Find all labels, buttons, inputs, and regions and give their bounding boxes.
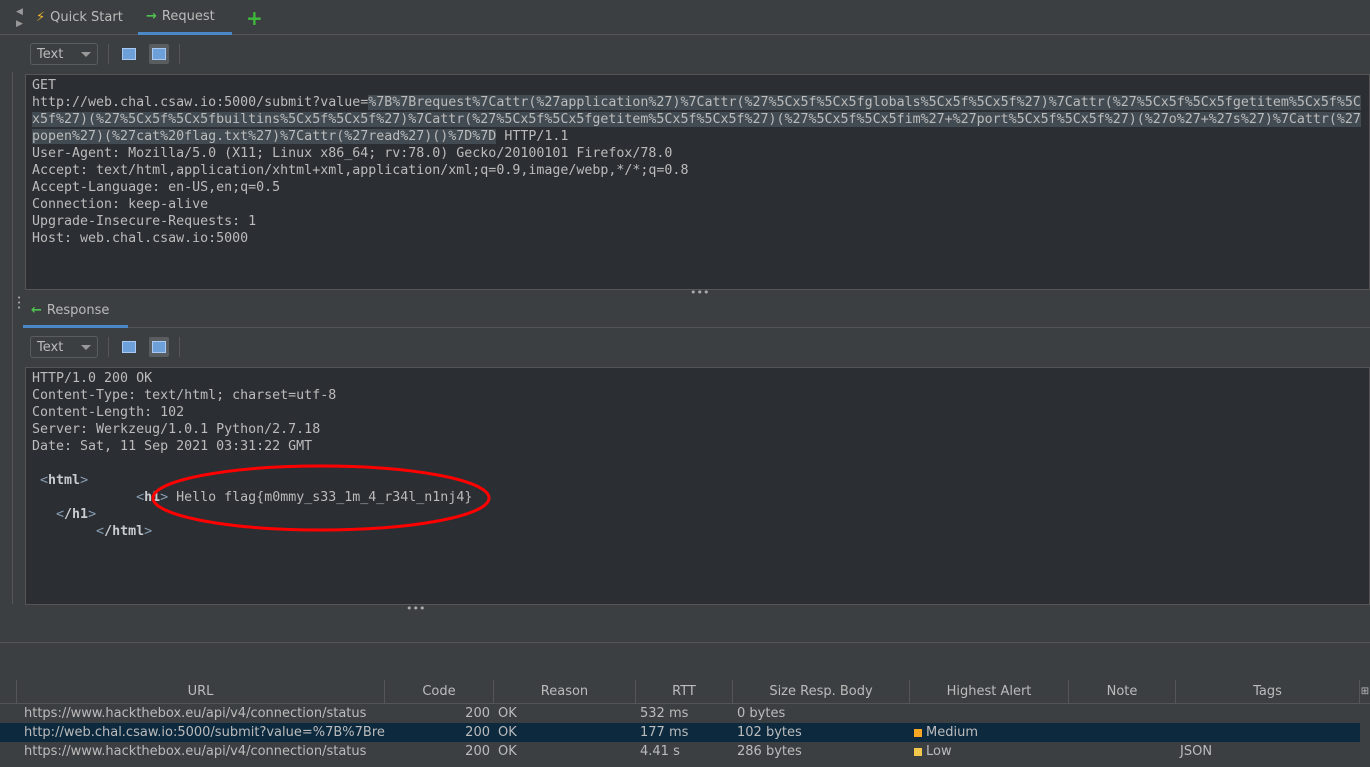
cell-reason: OK <box>498 725 517 740</box>
column-size[interactable]: Size Resp. Body <box>733 680 910 703</box>
flag-icon <box>914 747 922 756</box>
cell-tags: JSON <box>1180 744 1213 759</box>
lightning-icon: ⚡ <box>36 10 46 25</box>
request-view-mode-select[interactable]: Text <box>30 43 98 65</box>
response-view-mode-select[interactable]: Text <box>30 336 98 358</box>
response-toolbar: Text <box>0 329 1370 365</box>
cell-rtt: 4.41 s <box>640 744 680 759</box>
cell-url: https://www.hackthebox.eu/api/v4/connect… <box>24 744 367 759</box>
cell-url: https://www.hackthebox.eu/api/v4/connect… <box>24 706 367 721</box>
column-code[interactable]: Code <box>385 680 494 703</box>
column-tags[interactable]: Tags <box>1176 680 1360 703</box>
table-row[interactable]: http://web.chal.csaw.io:5000/submit?valu… <box>0 723 1360 742</box>
single-layout-icon[interactable] <box>149 337 169 357</box>
tab-request[interactable]: → Request <box>138 0 232 35</box>
divider <box>108 44 109 64</box>
divider <box>0 642 1370 643</box>
column-chooser-icon[interactable]: ⊞ <box>1360 680 1370 703</box>
cell-alert: Medium <box>910 725 1069 740</box>
cell-reason: OK <box>498 706 517 721</box>
side-splitter-handle[interactable]: • • • <box>17 295 21 312</box>
divider <box>179 337 180 357</box>
tab-quick-start[interactable]: ⚡ Quick Start <box>28 0 131 35</box>
divider <box>108 337 109 357</box>
flag-icon <box>914 728 922 737</box>
cell-code: 200 <box>465 706 490 721</box>
arrow-right-icon: → <box>146 8 157 24</box>
tab-scroll-arrows[interactable]: ◀ ▶ <box>16 6 23 30</box>
column-highest-alert[interactable]: Highest Alert <box>910 680 1069 703</box>
cell-code: 200 <box>465 744 490 759</box>
divider <box>179 44 180 64</box>
splitter-handle[interactable]: ••• <box>406 602 425 615</box>
cell-rtt: 532 ms <box>640 706 689 721</box>
h1-open-tag: <h1> <box>32 490 169 505</box>
arrow-left-icon: ← <box>31 303 42 318</box>
tab-response[interactable]: ← Response <box>23 296 128 328</box>
cell-size: 286 bytes <box>737 744 802 759</box>
html-open-tag: <html> <box>32 473 89 488</box>
cell-code: 200 <box>465 725 490 740</box>
cell-rtt: 177 ms <box>640 725 689 740</box>
table-row[interactable]: https://www.hackthebox.eu/api/v4/connect… <box>0 742 1360 761</box>
single-layout-icon[interactable] <box>149 44 169 64</box>
cell-alert: Low <box>910 744 1069 759</box>
tab-bar: ◀ ▶ ⚡ Quick Start → Request + <box>0 0 1370 35</box>
h1-close-tag: </h1> <box>32 507 97 522</box>
column-reason[interactable]: Reason <box>494 680 636 703</box>
html-close-tag: </html> <box>32 524 153 539</box>
request-editor[interactable]: GET http://web.chal.csaw.io:5000/submit?… <box>25 74 1370 290</box>
history-table: URL Code Reason RTT Size Resp. Body High… <box>0 680 1370 761</box>
red-ellipse-annotation <box>151 464 491 532</box>
table-row[interactable]: https://www.hackthebox.eu/api/v4/connect… <box>0 704 1360 723</box>
plus-icon[interactable]: + <box>238 0 271 35</box>
request-toolbar: Text <box>0 36 1370 72</box>
response-tab-bar: ← Response <box>23 296 1370 328</box>
column-rtt[interactable]: RTT <box>636 680 733 703</box>
cell-url: http://web.chal.csaw.io:5000/submit?valu… <box>24 725 385 740</box>
split-layout-icon[interactable] <box>119 337 139 357</box>
cell-reason: OK <box>498 744 517 759</box>
column-note[interactable]: Note <box>1069 680 1176 703</box>
cell-size: 102 bytes <box>737 725 802 740</box>
column-url[interactable]: URL <box>17 680 385 703</box>
cell-size: 0 bytes <box>737 706 786 721</box>
table-header: URL Code Reason RTT Size Resp. Body High… <box>0 680 1370 704</box>
chevron-down-icon <box>81 344 91 350</box>
split-layout-icon[interactable] <box>119 44 139 64</box>
chevron-down-icon <box>81 51 91 57</box>
